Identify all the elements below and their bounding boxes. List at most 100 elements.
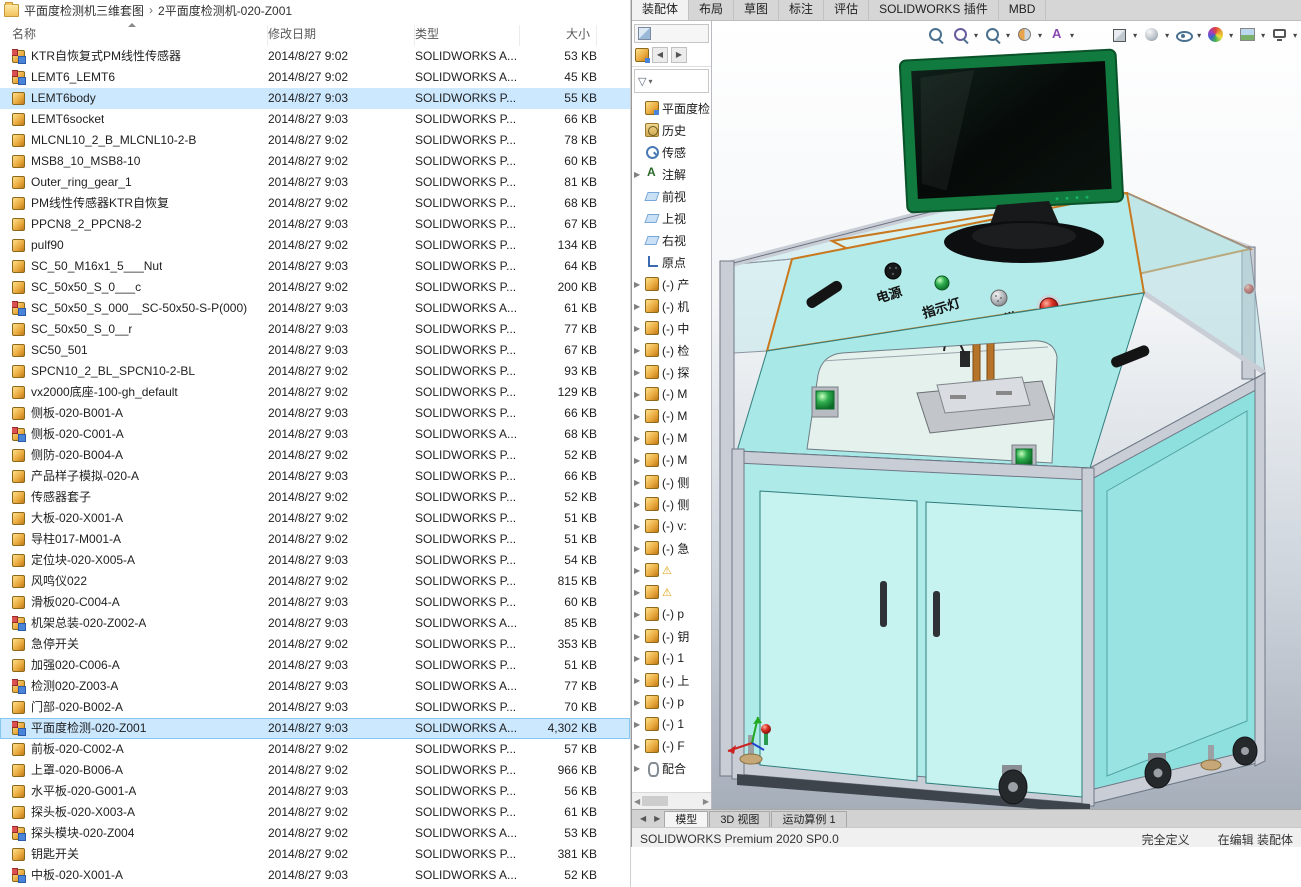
file-row[interactable]: 滑板020-C004-A 2014/8/27 9:03 SOLIDWORKS P… (0, 592, 630, 613)
file-row[interactable]: 前板-020-C002-A 2014/8/27 9:02 SOLIDWORKS … (0, 739, 630, 760)
file-row[interactable]: 探头模块-020-Z004 2014/8/27 9:02 SOLIDWORKS … (0, 823, 630, 844)
expand-arrow-icon[interactable]: ▶ (634, 676, 642, 685)
feature-tree-item[interactable]: ▶ ⚠ 传感 (632, 141, 711, 163)
file-row[interactable]: 水平板-020-G001-A 2014/8/27 9:03 SOLIDWORKS… (0, 781, 630, 802)
feature-tree-item[interactable]: ▶ ⚠ (-) M (632, 383, 711, 405)
indicator-light[interactable] (935, 276, 949, 290)
feature-tree-item[interactable]: ▶ ⚠ (-) p (632, 691, 711, 713)
expand-arrow-icon[interactable]: ▶ (634, 698, 642, 707)
feature-tree-item[interactable]: ▶ ⚠ (-) 1 (632, 647, 711, 669)
scroll-right-icon[interactable]: ▶ (703, 797, 709, 806)
expand-arrow-icon[interactable]: ▶ (634, 412, 642, 421)
right-upper-glass[interactable] (1127, 193, 1265, 373)
side-button-right[interactable] (1016, 449, 1032, 465)
chevron-down-icon[interactable]: ▾ (1133, 31, 1137, 40)
file-row[interactable]: vx2000底座-100-gh_default 2014/8/27 9:02 S… (0, 382, 630, 403)
expand-arrow-icon[interactable]: ▶ (634, 742, 642, 751)
apply-scene-icon[interactable] (1238, 25, 1258, 45)
file-row[interactable]: 风鸣仪022 2014/8/27 9:02 SOLIDWORKS P... 81… (0, 571, 630, 592)
feature-tree-item[interactable]: ▶ ⚠ 注解 (632, 163, 711, 185)
feature-tree-item[interactable]: ▶ ⚠ (-) 探 (632, 361, 711, 383)
feature-tree-item[interactable]: ▶ ⚠ 前视 (632, 185, 711, 207)
column-header-type[interactable]: 类型 (415, 25, 520, 46)
feature-tree-item[interactable]: ▶ ⚠ (-) 检 (632, 339, 711, 361)
feature-tree-filter[interactable]: ▽ ▾ (634, 69, 709, 93)
feature-tree-item[interactable]: ▶ ⚠ 右视 (632, 229, 711, 251)
expand-arrow-icon[interactable]: ▶ (634, 280, 642, 289)
chevron-down-icon[interactable]: ▾ (1038, 31, 1042, 40)
pane-display-icon[interactable] (638, 27, 651, 40)
feature-tree-item[interactable]: ▶ ⚠ (-) 侧 (632, 471, 711, 493)
buzzer[interactable] (991, 290, 1007, 306)
file-row[interactable]: 产品样子模拟-020-A 2014/8/27 9:03 SOLIDWORKS P… (0, 466, 630, 487)
zoom-to-fit-icon[interactable] (926, 25, 946, 45)
monitor[interactable] (900, 49, 1124, 212)
file-row[interactable]: KTR自恢复式PM线性传感器 2014/8/27 9:02 SOLIDWORKS… (0, 46, 630, 67)
file-row[interactable]: LEMT6socket 2014/8/27 9:03 SOLIDWORKS P.… (0, 109, 630, 130)
breadcrumb-root[interactable]: 平面度检测机三维套图 (24, 2, 144, 19)
feature-tree-item[interactable]: ▶ ⚠ (-) M (632, 405, 711, 427)
expand-arrow-icon[interactable]: ▶ (634, 170, 642, 179)
tab-markup[interactable]: 标注 (779, 0, 824, 20)
feature-tree-item[interactable]: ▶ ⚠ 原点 (632, 251, 711, 273)
column-header-name[interactable]: 名称 (12, 25, 268, 46)
feature-tree-item[interactable]: ▶ ⚠ (-) 1 (632, 713, 711, 735)
expand-arrow-icon[interactable]: ▶ (634, 764, 642, 773)
edit-appearance-icon[interactable] (1206, 25, 1226, 45)
expand-arrow-icon[interactable]: ▶ (634, 434, 642, 443)
file-row[interactable]: 导柱017-M001-A 2014/8/27 9:02 SOLIDWORKS P… (0, 529, 630, 550)
feature-tree-item[interactable]: ▶ ⚠ (632, 581, 711, 603)
chevron-down-icon[interactable]: ▾ (1197, 31, 1201, 40)
tab-scroll-left-icon[interactable]: ◀ (652, 47, 668, 63)
feature-tree-item[interactable]: ▶ ⚠ (-) 侧 (632, 493, 711, 515)
tab-sketch[interactable]: 草图 (734, 0, 779, 20)
file-row[interactable]: SC50_501 2014/8/27 9:03 SOLIDWORKS P... … (0, 340, 630, 361)
expand-arrow-icon[interactable]: ▶ (634, 324, 642, 333)
feature-tree-item[interactable]: ▶ ⚠ (-) 产 (632, 273, 711, 295)
expand-arrow-icon[interactable]: ▶ (634, 610, 642, 619)
file-row[interactable]: 传感器套子 2014/8/27 9:02 SOLIDWORKS P... 52 … (0, 487, 630, 508)
tab-evaluate[interactable]: 评估 (824, 0, 869, 20)
expand-arrow-icon[interactable]: ▶ (634, 478, 642, 487)
file-row[interactable]: 侧板-020-C001-A 2014/8/27 9:03 SOLIDWORKS … (0, 424, 630, 445)
expand-arrow-icon[interactable]: ▶ (634, 566, 642, 575)
file-row[interactable]: pulf90 2014/8/27 9:02 SOLIDWORKS P... 13… (0, 235, 630, 256)
expand-arrow-icon[interactable]: ▶ (634, 720, 642, 729)
feature-tree-item[interactable]: ▶ ⚠ (-) p (632, 603, 711, 625)
door-handle-right[interactable] (933, 591, 940, 637)
file-row[interactable]: SC_50x50_S_000__SC-50x50-S-P(000) 2014/8… (0, 298, 630, 319)
tab-assembly[interactable]: 装配体 (632, 0, 689, 20)
feature-tree-item[interactable]: ▶ ⚠ (-) M (632, 427, 711, 449)
chevron-down-icon[interactable]: ▾ (1293, 31, 1297, 40)
section-view-icon[interactable] (1015, 25, 1035, 45)
column-header-date[interactable]: 修改日期 (268, 25, 415, 46)
cabinet-door-left[interactable] (760, 491, 917, 781)
doc-tab-scroll-left-icon[interactable]: ◀ (636, 811, 650, 827)
file-row[interactable]: 中板-020-X001-A 2014/8/27 9:03 SOLIDWORKS … (0, 865, 630, 886)
feature-tree-item[interactable]: ▶ ⚠ (-) v: (632, 515, 711, 537)
expand-arrow-icon[interactable]: ▶ (634, 654, 642, 663)
file-row[interactable]: PPCN8_2_PPCN8-2 2014/8/27 9:03 SOLIDWORK… (0, 214, 630, 235)
display-style-icon[interactable] (1142, 25, 1162, 45)
file-row[interactable]: 平面度检测-020-Z001 2014/8/27 9:03 SOLIDWORKS… (0, 718, 630, 739)
file-row[interactable]: SC_50_M16x1_5___Nut 2014/8/27 9:03 SOLID… (0, 256, 630, 277)
cabinet-front[interactable] (732, 449, 1094, 806)
feature-tree-item[interactable]: ▶ ⚠ (-) 钥 (632, 625, 711, 647)
feature-tree-item[interactable]: ▶ ⚠ 平面度检 (632, 97, 711, 119)
zoom-to-area-icon[interactable] (951, 25, 971, 45)
expand-arrow-icon[interactable]: ▶ (634, 588, 642, 597)
file-row[interactable]: 机架总装-020-Z002-A 2014/8/27 9:03 SOLIDWORK… (0, 613, 630, 634)
feature-tree-item[interactable]: ▶ ⚠ (-) 急 (632, 537, 711, 559)
breadcrumb-current[interactable]: 2平面度检测机-020-Z001 (158, 2, 292, 19)
chevron-down-icon[interactable]: ▾ (1006, 31, 1010, 40)
tab-addins[interactable]: SOLIDWORKS 插件 (869, 0, 999, 20)
chevron-down-icon[interactable]: ▾ (1165, 31, 1169, 40)
file-row[interactable]: 检测020-Z003-A 2014/8/27 9:03 SOLIDWORKS A… (0, 676, 630, 697)
file-row[interactable]: Outer_ring_gear_1 2014/8/27 9:03 SOLIDWO… (0, 172, 630, 193)
file-row[interactable]: 探头板-020-X003-A 2014/8/27 9:02 SOLIDWORKS… (0, 802, 630, 823)
file-row[interactable]: LEMT6_LEMT6 2014/8/27 9:02 SOLIDWORKS A.… (0, 67, 630, 88)
chevron-down-icon[interactable]: ▾ (1229, 31, 1233, 40)
file-row[interactable]: SC_50x50_S_0__r 2014/8/27 9:03 SOLIDWORK… (0, 319, 630, 340)
assembly-3d-model[interactable]: 电源 指示灯 蜂鸣仪 急停 (712, 21, 1301, 809)
viewport[interactable]: 电源 指示灯 蜂鸣仪 急停 (712, 21, 1301, 809)
